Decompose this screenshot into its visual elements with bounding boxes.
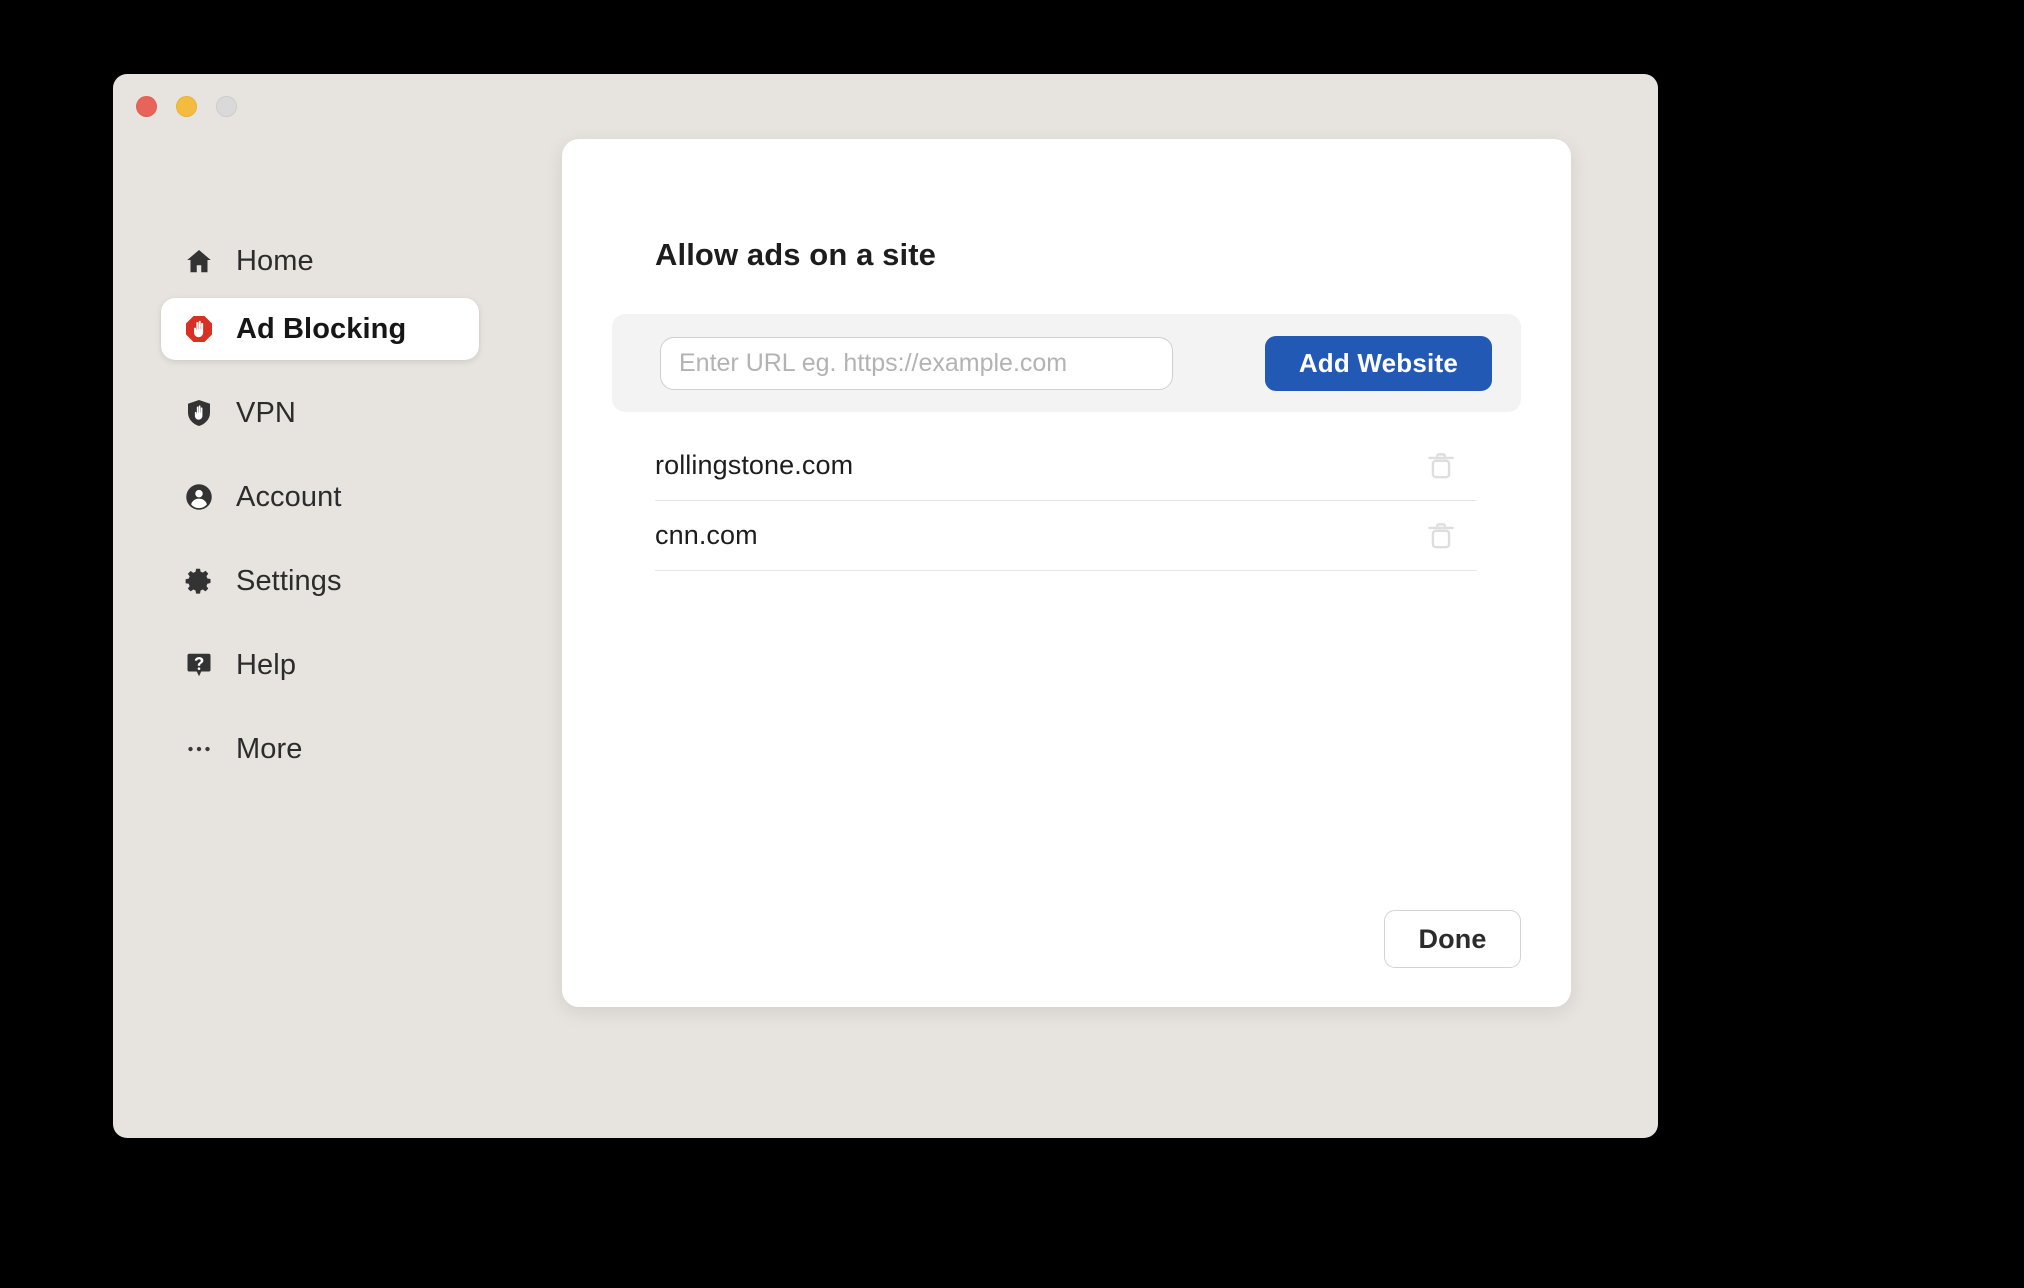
- sidebar-nav-list: Home Ad Blocking VPN Account Settings He…: [113, 230, 513, 780]
- adblock-icon: [184, 314, 214, 344]
- account-icon: [184, 482, 214, 512]
- sidebar-item-home[interactable]: Home: [161, 230, 479, 292]
- sidebar-item-label: VPN: [236, 396, 296, 429]
- add-website-form: Add Website: [612, 314, 1521, 412]
- app-window: Home Ad Blocking VPN Account Settings He…: [113, 74, 1658, 1138]
- close-window-button[interactable]: [136, 96, 157, 117]
- sidebar-item-ad-blocking[interactable]: Ad Blocking: [161, 298, 479, 360]
- add-website-button[interactable]: Add Website: [1264, 336, 1492, 391]
- trash-icon: [1424, 449, 1458, 483]
- traffic-lights: [136, 96, 237, 117]
- sidebar-item-label: Account: [236, 480, 342, 513]
- delete-site-button[interactable]: [1423, 518, 1459, 554]
- site-domain: cnn.com: [655, 520, 758, 550]
- url-input[interactable]: [660, 337, 1173, 390]
- content-panel: Allow ads on a site Add Website rollings…: [562, 139, 1571, 1007]
- sidebar: Home Ad Blocking VPN Account Settings He…: [113, 224, 513, 786]
- home-icon: [184, 246, 214, 276]
- page-title: Allow ads on a site: [655, 236, 936, 272]
- sidebar-item-more[interactable]: More: [161, 718, 479, 780]
- delete-site-button[interactable]: [1423, 448, 1459, 484]
- trash-icon: [1424, 519, 1458, 553]
- sidebar-item-label: Help: [236, 648, 297, 681]
- sidebar-item-help[interactable]: Help: [161, 634, 479, 696]
- allowed-sites-list: rollingstone.com cnn.com: [655, 431, 1477, 571]
- title-bar: [113, 74, 1658, 136]
- help-icon: [184, 650, 214, 680]
- sidebar-item-vpn[interactable]: VPN: [161, 382, 479, 444]
- minimize-window-button[interactable]: [176, 96, 197, 117]
- sidebar-item-account[interactable]: Account: [161, 466, 479, 528]
- maximize-window-button[interactable]: [216, 96, 237, 117]
- table-row[interactable]: cnn.com: [655, 501, 1477, 571]
- done-button[interactable]: Done: [1384, 910, 1521, 968]
- sidebar-item-label: Home: [236, 244, 314, 277]
- sidebar-item-label: More: [236, 732, 303, 765]
- sidebar-item-label: Ad Blocking: [236, 312, 407, 345]
- sidebar-item-settings[interactable]: Settings: [161, 550, 479, 612]
- table-row[interactable]: rollingstone.com: [655, 431, 1477, 501]
- site-domain: rollingstone.com: [655, 450, 854, 480]
- screen: Home Ad Blocking VPN Account Settings He…: [0, 0, 2024, 1288]
- gear-icon: [184, 566, 214, 596]
- shield-vpn-icon: [184, 398, 214, 428]
- more-dots-icon: [184, 734, 214, 764]
- sidebar-item-label: Settings: [236, 564, 342, 597]
